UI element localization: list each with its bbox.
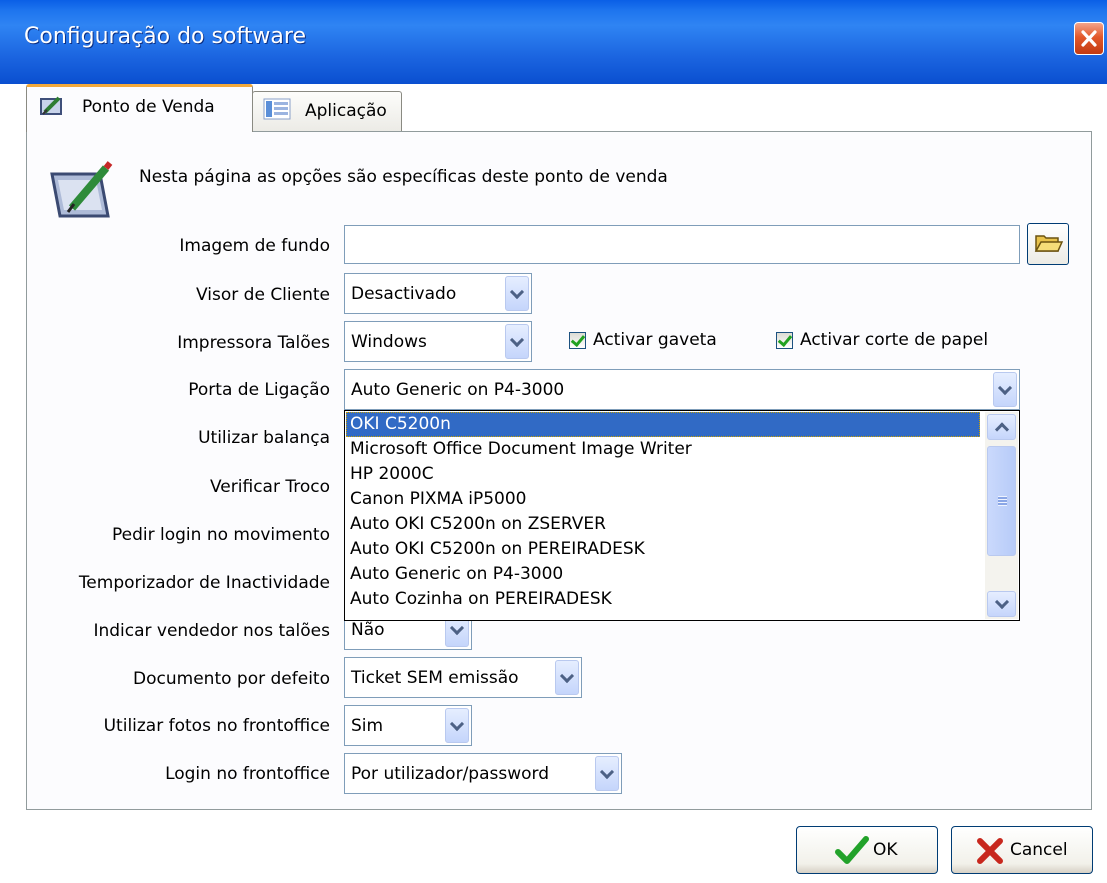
dropdown-option[interactable]: Auto Cozinha on PEREIRADESK <box>346 587 980 612</box>
login-frontoffice-select[interactable]: Por utilizador/password <box>344 753 622 794</box>
porta-ligacao-dropdown-list[interactable]: OKI C5200n Microsoft Office Document Ima… <box>344 410 1020 621</box>
porta-ligacao-label: Porta de Ligação <box>188 380 330 400</box>
utilizar-balanca-label: Utilizar balança <box>198 428 330 448</box>
scroll-thumb[interactable] <box>987 446 1016 556</box>
imagem-fundo-input[interactable] <box>344 225 1020 264</box>
pos-icon <box>40 96 62 115</box>
chevron-down-icon[interactable] <box>595 756 619 791</box>
indicar-vendedor-label: Indicar vendedor nos talões <box>93 621 330 641</box>
tab-label: Ponto de Venda <box>82 97 215 117</box>
window-title: Configuração do software <box>24 24 306 49</box>
tab-aplicacao[interactable]: Aplicação <box>252 91 402 131</box>
config-dialog: Configuração do software Ponto de Venda … <box>0 0 1107 883</box>
tab-ponto-de-venda[interactable]: Ponto de Venda <box>26 84 253 132</box>
activar-corte-checkbox[interactable] <box>776 331 793 349</box>
impressora-taloes-label: Impressora Talões <box>177 333 330 353</box>
page-description: Nesta página as opções são específicas d… <box>139 167 668 187</box>
activar-gaveta-label[interactable]: Activar gaveta <box>593 330 717 350</box>
dropdown-option[interactable]: OKI C5200n <box>346 412 980 437</box>
fotos-frontoffice-value: Sim <box>351 715 384 736</box>
list-icon <box>263 98 291 120</box>
fotos-frontoffice-label: Utilizar fotos no frontoffice <box>103 716 330 736</box>
pos-large-icon <box>50 161 113 218</box>
chevron-down-icon[interactable] <box>505 276 529 311</box>
activar-gaveta-checkbox[interactable] <box>569 331 586 349</box>
activar-corte-label[interactable]: Activar corte de papel <box>800 330 988 350</box>
temporizador-label: Temporizador de Inactividade <box>78 573 330 593</box>
visor-cliente-select[interactable]: Desactivado <box>344 273 532 314</box>
scroll-down-button[interactable] <box>987 591 1016 617</box>
dropdown-option[interactable]: Auto Generic on P4-3000 <box>346 562 980 587</box>
login-frontoffice-label: Login no frontoffice <box>165 764 330 784</box>
visor-cliente-value: Desactivado <box>351 283 457 304</box>
tab-label: Aplicação <box>305 101 387 121</box>
imagem-fundo-label: Imagem de fundo <box>179 236 330 256</box>
check-icon <box>835 836 869 864</box>
x-icon <box>977 838 1003 864</box>
chevron-down-icon[interactable] <box>445 708 469 743</box>
impressora-taloes-select[interactable]: Windows <box>344 321 532 362</box>
porta-ligacao-select[interactable]: Auto Generic on P4-3000 <box>344 369 1020 410</box>
title-bar[interactable]: Configuração do software <box>0 0 1107 84</box>
cancel-button[interactable]: Cancel <box>951 826 1093 874</box>
close-button[interactable] <box>1074 22 1104 55</box>
dropdown-option[interactable]: Microsoft Office Document Image Writer <box>346 437 980 462</box>
dropdown-option[interactable]: HP 2000C <box>346 462 980 487</box>
grip-icon <box>998 496 1007 506</box>
documento-defeito-value: Ticket SEM emissão <box>351 667 519 688</box>
chevron-down-icon[interactable] <box>505 324 529 359</box>
ok-button[interactable]: OK <box>796 826 938 874</box>
close-icon <box>1081 30 1097 47</box>
pedir-login-label: Pedir login no movimento <box>111 525 330 545</box>
impressora-taloes-value: Windows <box>351 331 427 352</box>
folder-open-icon <box>1034 235 1064 252</box>
dropdown-scrollbar[interactable] <box>985 412 1018 619</box>
chevron-up-icon <box>994 422 1009 437</box>
porta-ligacao-value: Auto Generic on P4-3000 <box>351 379 565 400</box>
indicar-vendedor-value: Não <box>351 619 385 640</box>
check-icon <box>777 331 793 348</box>
login-frontoffice-value: Por utilizador/password <box>351 763 550 784</box>
browse-button[interactable] <box>1027 223 1069 265</box>
cancel-label: Cancel <box>1010 840 1068 860</box>
ok-label: OK <box>873 840 898 860</box>
scroll-up-button[interactable] <box>987 414 1016 440</box>
dropdown-option[interactable]: Canon PIXMA iP5000 <box>346 487 980 512</box>
documento-defeito-label: Documento por defeito <box>133 669 330 689</box>
chevron-down-icon[interactable] <box>555 660 579 695</box>
check-icon <box>570 331 586 348</box>
fotos-frontoffice-select[interactable]: Sim <box>344 705 472 746</box>
verificar-troco-label: Verificar Troco <box>210 477 330 497</box>
chevron-down-icon <box>994 594 1009 610</box>
visor-cliente-label: Visor de Cliente <box>196 285 330 305</box>
documento-defeito-select[interactable]: Ticket SEM emissão <box>344 657 582 698</box>
dropdown-option[interactable]: Auto OKI C5200n on PEREIRADESK <box>346 537 980 562</box>
chevron-down-icon[interactable] <box>993 372 1017 407</box>
dropdown-option[interactable]: Auto OKI C5200n on ZSERVER <box>346 512 980 537</box>
